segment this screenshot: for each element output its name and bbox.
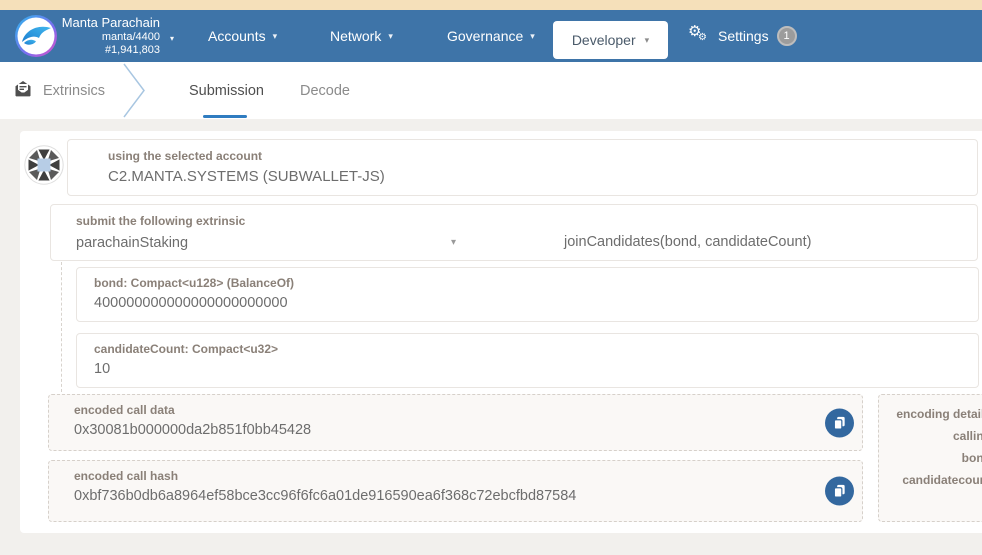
inbox-icon [14, 80, 32, 102]
nav-item-governance[interactable]: Governance ▾ [447, 10, 535, 62]
nav-item-developer[interactable]: Developer ▾ [553, 21, 668, 59]
copy-button[interactable] [825, 476, 854, 506]
nav-governance-label: Governance [447, 28, 524, 44]
params-group: bond: Compact<u128> (BalanceOf) 40000000… [61, 262, 979, 392]
extrinsic-select: submit the following extrinsic parachain… [50, 204, 978, 261]
account-select-value: C2.MANTA.SYSTEMS (SUBWALLET-JS) [108, 168, 385, 185]
copy-icon [833, 416, 845, 430]
chevron-down-icon: ▾ [451, 237, 457, 248]
output-label: encoded call hash [74, 469, 179, 483]
encoding-row-candidatecount: candidatecount [902, 473, 982, 487]
extrinsic-section-select[interactable]: parachainStaking [76, 235, 188, 251]
extrinsic-select-row: parachainStaking ▾ joinCandidates(bond, … [76, 234, 977, 252]
param-label: bond: Compact<u128> (BalanceOf) [94, 276, 295, 290]
settings-badge: 1 [776, 26, 797, 46]
encoding-details-title: encoding details [896, 407, 982, 421]
output-call-data: encoded call data 0x30081b000000da2b851f… [48, 394, 863, 451]
nav-settings-label: Settings [718, 28, 769, 44]
section-title: Extrinsics [43, 82, 106, 99]
account-select-label: using the selected account [108, 149, 263, 163]
breadcrumb-chevron-icon [123, 63, 145, 118]
active-tab-underline [203, 115, 247, 118]
nav-developer-label: Developer [571, 32, 636, 48]
nav-item-accounts[interactable]: Accounts ▾ [208, 10, 277, 62]
nav-item-settings[interactable]: ⚙ ⚙ Settings 1 [688, 10, 797, 62]
account-select[interactable]: using the selected account C2.MANTA.SYST… [67, 139, 978, 196]
param-value: 400000000000000000000000 [94, 295, 288, 311]
extrinsic-select-label: submit the following extrinsic [76, 214, 246, 228]
chain-name: Manta Parachain [61, 15, 160, 30]
nav-item-network[interactable]: Network ▾ [330, 10, 393, 62]
manta-logo-icon[interactable] [14, 14, 58, 58]
output-value: 0xbf736b0db6a8964ef58bce3cc96f6fc6a01de9… [74, 488, 577, 504]
chain-endpoint-label: manta/4400 [101, 31, 160, 43]
breadcrumb: Extrinsics [14, 62, 105, 119]
param-label: candidateCount: Compact<u32> [94, 342, 279, 356]
submission-panel: using the selected account C2.MANTA.SYST… [20, 131, 982, 533]
nav-network-label: Network [330, 28, 382, 44]
chevron-down-icon: ▾ [644, 34, 650, 45]
encoding-details-panel: encoding details calling bond candidatec… [878, 394, 982, 522]
param-value: 10 [94, 361, 111, 377]
main-navbar: Manta Parachain manta/4400 ▾ #1,941,803 A… [0, 10, 982, 62]
chevron-down-icon: ▾ [388, 30, 393, 41]
chevron-down-icon: ▾ [169, 34, 174, 43]
gear-icon: ⚙ ⚙ [688, 22, 707, 43]
encoding-row-bond: bond [961, 451, 982, 465]
param-input-candidatecount[interactable]: candidateCount: Compact<u32> 10 [76, 333, 979, 388]
encoding-row-calling: calling [952, 429, 982, 443]
chain-endpoint: manta/4400 ▾ [60, 31, 174, 44]
chevron-down-icon: ▾ [272, 30, 278, 41]
chain-selector[interactable]: Manta Parachain manta/4400 ▾ #1,941,803 [60, 15, 174, 57]
block-number: #1,941,803 [104, 44, 160, 56]
tab-bar: Extrinsics Submission Decode [0, 62, 982, 119]
copy-icon [833, 484, 845, 498]
chevron-down-icon: ▾ [530, 30, 535, 41]
output-call-hash: encoded call hash 0xbf736b0db6a8964ef58b… [48, 460, 863, 522]
copy-button[interactable] [825, 408, 854, 437]
extrinsic-method-select[interactable]: joinCandidates(bond, candidateCount) [564, 234, 811, 251]
param-input-bond[interactable]: bond: Compact<u128> (BalanceOf) 40000000… [76, 267, 979, 322]
top-accent-bar [0, 0, 982, 10]
output-value: 0x30081b000000da2b851f0bb45428 [74, 422, 312, 438]
nav-accounts-label: Accounts [208, 28, 266, 44]
account-identicon-icon [24, 145, 64, 185]
tab-decode[interactable]: Decode [300, 62, 350, 119]
output-label: encoded call data [74, 403, 175, 417]
tab-submission[interactable]: Submission [189, 62, 264, 119]
